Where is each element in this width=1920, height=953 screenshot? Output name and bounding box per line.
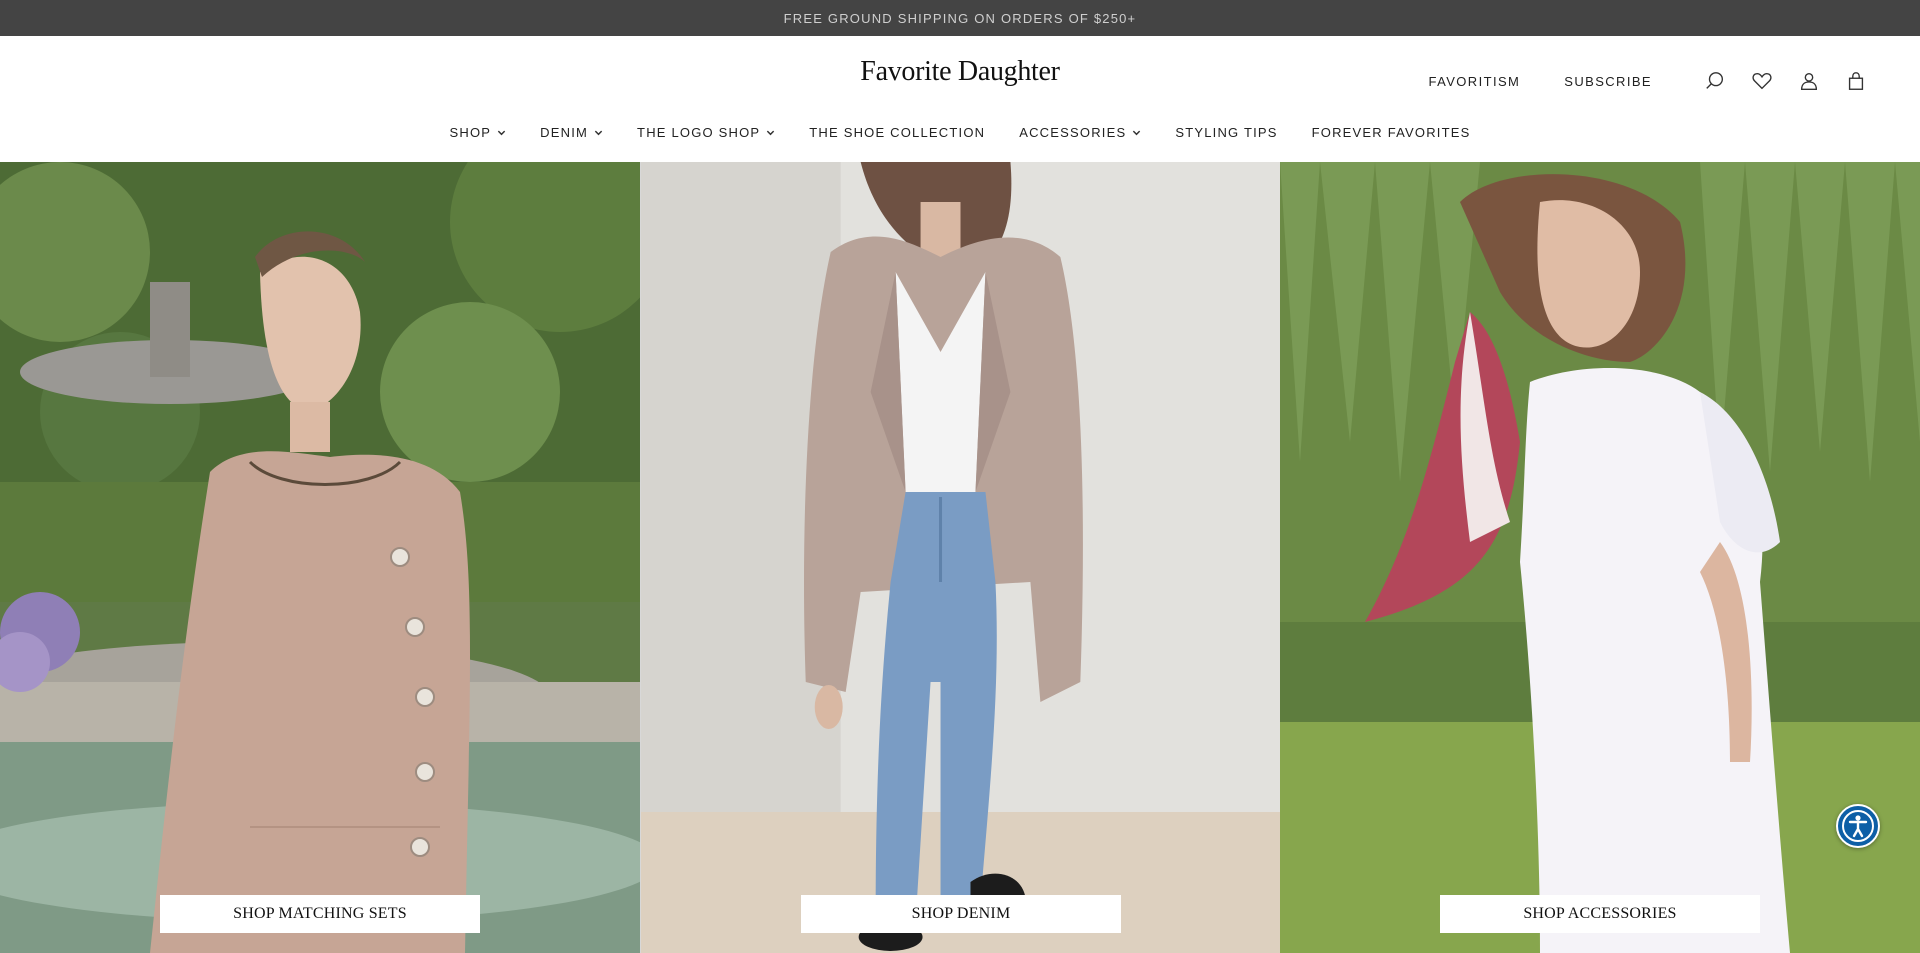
bag-icon[interactable] <box>1844 69 1868 93</box>
site-header: Favorite Daughter FAVORITISM SUBSCRIBE S… <box>0 36 1920 162</box>
utility-nav: FAVORITISM SUBSCRIBE <box>1429 66 1869 96</box>
nav-item-label: THE SHOE COLLECTION <box>809 124 986 140</box>
chevron-down-icon <box>1132 128 1141 137</box>
nav-item-label: THE LOGO SHOP <box>637 124 761 140</box>
nav-item-accessories[interactable]: ACCESSORIES <box>1019 122 1141 142</box>
nav-item-the-shoe-collection[interactable]: THE SHOE COLLECTION <box>809 122 985 142</box>
announcement-bar: FREE GROUND SHIPPING ON ORDERS OF $250+ <box>0 0 1920 36</box>
nav-item-styling-tips[interactable]: STYLING TIPS <box>1175 122 1277 142</box>
nav-item-label: ACCESSORIES <box>1019 124 1127 140</box>
hero-panel-matching-sets[interactable]: SHOP MATCHING SETS <box>0 162 640 953</box>
hero-image-matching-sets <box>0 162 640 953</box>
hero-image-denim <box>641 162 1280 953</box>
nav-item-forever-favorites[interactable]: FOREVER FAVORITES <box>1312 122 1471 142</box>
shop-matching-sets-button[interactable]: SHOP MATCHING SETS <box>160 895 480 933</box>
heart-icon[interactable] <box>1750 69 1774 93</box>
accessibility-icon <box>1842 810 1874 842</box>
hero-panel-accessories[interactable]: SHOP ACCESSORIES <box>1280 162 1920 953</box>
hero-grid: SHOP MATCHING SETS SHOP DENIM SHOP ACCES… <box>0 162 1920 953</box>
subscribe-link[interactable]: SUBSCRIBE <box>1564 74 1652 89</box>
search-icon[interactable] <box>1703 69 1727 93</box>
nav-item-label: SHOP <box>449 124 492 140</box>
nav-item-label: DENIM <box>540 124 589 140</box>
hero-panel-denim[interactable]: SHOP DENIM <box>640 162 1280 953</box>
nav-item-the-logo-shop[interactable]: THE LOGO SHOP <box>637 122 775 142</box>
announcement-text: FREE GROUND SHIPPING ON ORDERS OF $250+ <box>783 10 1137 26</box>
shop-denim-button[interactable]: SHOP DENIM <box>801 895 1121 933</box>
account-icon[interactable] <box>1797 69 1821 93</box>
accessibility-button[interactable] <box>1836 804 1880 848</box>
nav-item-denim[interactable]: DENIM <box>540 122 603 142</box>
hero-image-accessories <box>1280 162 1920 953</box>
chevron-down-icon <box>594 128 603 137</box>
nav-item-label: STYLING TIPS <box>1175 124 1278 140</box>
chevron-down-icon <box>497 128 506 137</box>
chevron-down-icon <box>766 128 775 137</box>
nav-item-label: FOREVER FAVORITES <box>1311 124 1471 140</box>
shop-accessories-button[interactable]: SHOP ACCESSORIES <box>1440 895 1760 933</box>
favoritism-link[interactable]: FAVORITISM <box>1429 74 1521 89</box>
nav-item-shop[interactable]: SHOP <box>450 122 507 142</box>
